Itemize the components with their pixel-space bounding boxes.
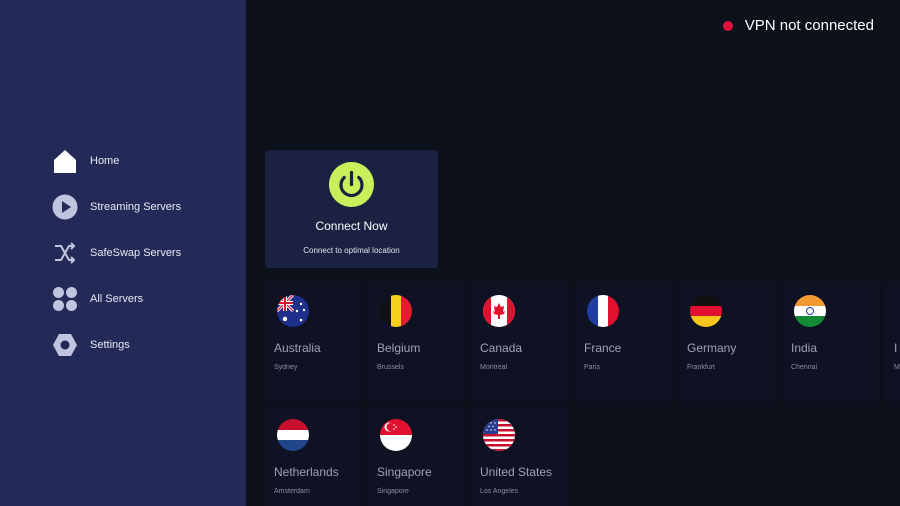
sidebar-nav: Home Streaming Servers SafeSwap Servers … (52, 138, 181, 368)
server-country: France (584, 341, 622, 355)
server-city: Singapore (377, 488, 409, 495)
sidebar-item-label: SafeSwap Servers (90, 247, 182, 259)
status-text: VPN not connected (744, 17, 874, 34)
connection-status: VPN not connected (722, 17, 874, 34)
germany-flag-icon (690, 295, 722, 327)
sidebar-item-label: Streaming Servers (90, 201, 182, 213)
sidebar-item-home[interactable]: Home (52, 138, 181, 184)
server-card-singapore[interactable]: Singapore Singapore (368, 407, 465, 506)
france-flag-icon (587, 295, 619, 327)
server-city: Amsterdam (274, 488, 310, 495)
grid-icon (52, 286, 78, 312)
server-country: Netherlands (274, 465, 339, 479)
home-icon (52, 148, 78, 174)
server-country: Canada (480, 341, 523, 355)
server-card-netherlands[interactable]: Netherlands Amsterdam (265, 407, 362, 506)
server-city: Frankfurt (687, 364, 716, 371)
canada-flag-icon (483, 295, 515, 327)
sidebar-item-label: Home (90, 155, 120, 167)
server-country: United States (480, 465, 553, 479)
server-country: I (894, 341, 898, 355)
netherlands-flag-icon (277, 419, 309, 451)
sidebar-item-streaming-servers[interactable]: Streaming Servers (52, 184, 181, 230)
hexagon-settings-icon (52, 332, 78, 358)
status-dot-icon (722, 20, 733, 31)
sidebar-item-settings[interactable]: Settings (52, 322, 181, 368)
belgium-flag-icon (380, 295, 412, 327)
server-city: Paris (584, 364, 600, 371)
server-card-partial[interactable]: I M (885, 283, 900, 401)
main-panel: VPN not connected Connect Now Connect to… (246, 0, 900, 506)
sidebar-item-label: Settings (90, 339, 130, 351)
server-city: Los Angeles (480, 488, 519, 495)
server-card-india[interactable]: India Chennai (782, 283, 879, 401)
server-country: India (791, 341, 818, 355)
server-city: Montreal (480, 364, 508, 371)
sidebar-item-label: All Servers (90, 293, 144, 305)
singapore-flag-icon (380, 419, 412, 451)
server-card-germany[interactable]: Germany Frankfurt (678, 283, 775, 401)
server-city: Chennai (791, 364, 818, 371)
app-window: Home Streaming Servers SafeSwap Servers … (0, 0, 900, 506)
server-card-canada[interactable]: Canada Montreal (471, 283, 568, 401)
australia-flag-icon (277, 295, 309, 327)
play-icon (52, 194, 78, 220)
sidebar-item-all-servers[interactable]: All Servers (52, 276, 181, 322)
shuffle-icon (52, 240, 78, 266)
server-card-belgium[interactable]: Belgium Brussels (368, 283, 465, 401)
sidebar-item-safeswap-servers[interactable]: SafeSwap Servers (52, 230, 181, 276)
server-card-australia[interactable]: Australia Sydney (265, 283, 362, 401)
server-country: Germany (687, 341, 737, 355)
india-flag-icon (794, 295, 826, 327)
server-country: Singapore (377, 465, 432, 479)
server-country: Australia (274, 341, 321, 355)
server-city: M (894, 364, 900, 371)
server-city: Brussels (377, 364, 404, 371)
sidebar: Home Streaming Servers SafeSwap Servers … (0, 0, 246, 506)
connect-now-subtitle: Connect to optimal location (303, 246, 400, 255)
server-country: Belgium (377, 341, 421, 355)
server-grid: Australia Sydney Belgium Brussels Canada… (265, 283, 900, 506)
server-city: Sydney (274, 364, 298, 371)
server-card-france[interactable]: France Paris (575, 283, 672, 401)
connect-now-title: Connect Now (315, 219, 388, 233)
power-icon[interactable] (329, 162, 374, 207)
server-card-united-states[interactable]: United States Los Angeles (471, 407, 568, 506)
united-states-flag-icon (483, 419, 515, 451)
